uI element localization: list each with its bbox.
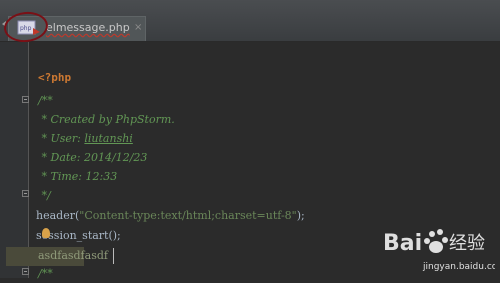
close-tab-icon[interactable]: × [134, 22, 142, 33]
code-line-created-by: * Created by PhpStorm. [38, 113, 175, 126]
code-header-fn: header( [36, 209, 80, 222]
baidu-paw-icon: Bai 经验 jingyan.baidu.com [383, 229, 500, 272]
doc-user-prefix: * User: [38, 132, 85, 145]
baidu-watermark-logo: Bai 经验 jingyan.baidu.com [383, 222, 500, 274]
fold-marker-icon[interactable] [22, 268, 29, 275]
code-line-doc-open-2: /** [38, 267, 53, 280]
gutter-divider [28, 42, 29, 278]
code-line-php-open: <?php [38, 71, 72, 84]
fold-marker-icon[interactable] [22, 96, 29, 103]
fold-marker-icon[interactable] [22, 190, 29, 197]
code-line-time: * Time: 12:33 [38, 170, 118, 183]
code-header-string: "Content-type:text/html;charset=utf-8" [79, 209, 297, 222]
text-caret [113, 248, 114, 264]
doc-user-name: liutanshi [84, 132, 133, 145]
watermark-site: 经验 [449, 233, 485, 254]
intention-bulb-icon[interactable] [42, 228, 50, 238]
code-line-date: * Date: 2014/12/23 [38, 151, 148, 164]
code-line-user: * User: liutanshi [38, 130, 133, 148]
code-line-doc-open: /** [38, 94, 53, 107]
watermark-url: jingyan.baidu.com [422, 262, 495, 272]
code-header-end: ); [296, 209, 305, 222]
watermark-brand: Bai [383, 231, 422, 256]
tab-filename: elmessage.php [46, 21, 130, 34]
editor-tab-bar: php elmessage.php × [0, 0, 500, 45]
line-gutter [0, 42, 28, 278]
code-line-doc-close: */ [38, 189, 51, 202]
code-line-header: header("Content-type:text/html;charset=u… [36, 207, 305, 225]
code-line-asdf: asdfasdfasdf [38, 249, 108, 262]
